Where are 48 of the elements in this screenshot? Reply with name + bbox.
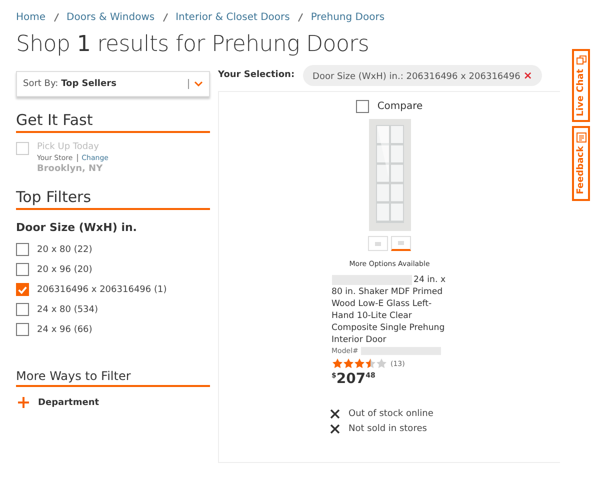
close-icon bbox=[330, 409, 340, 420]
option-label: Pick Up Today bbox=[37, 142, 100, 152]
thumbnail[interactable] bbox=[391, 236, 411, 251]
star-icon bbox=[342, 358, 354, 370]
star-icon bbox=[364, 358, 376, 370]
filter-option[interactable]: 24 x 96 (66) bbox=[37, 324, 92, 334]
availability-text: Not sold in stores bbox=[348, 424, 427, 434]
breadcrumb-separator-icon bbox=[54, 13, 59, 22]
plus-icon bbox=[18, 397, 29, 408]
sort-dropdown[interactable]: Sort By: Top Sellers bbox=[16, 71, 210, 97]
availability-text: Out of stock online bbox=[348, 409, 434, 420]
filter-category[interactable]: Department bbox=[38, 398, 100, 408]
price: $^{$}$207$^{48}$ bbox=[332, 371, 376, 388]
checkbox[interactable] bbox=[16, 243, 29, 256]
checkbox[interactable] bbox=[16, 303, 29, 316]
close-icon bbox=[330, 424, 340, 434]
star-icon bbox=[376, 358, 386, 370]
checkbox[interactable] bbox=[16, 263, 29, 276]
chevron-down-icon bbox=[194, 81, 203, 87]
chat-icon bbox=[576, 55, 586, 66]
filter-option[interactable]: 24 x 80 (534) bbox=[37, 304, 98, 314]
breadcrumb-link[interactable]: Home bbox=[16, 12, 46, 23]
filter-chip[interactable]: Door Size (WxH) in.: 206316496 x 206316496 × bbox=[302, 64, 542, 86]
star-icon bbox=[354, 358, 364, 370]
filter-option[interactable]: 20 x 96 (20) bbox=[37, 264, 92, 274]
section-heading: Top Filters bbox=[16, 188, 210, 210]
page-heading: Shop 1 results for Prehung Doors bbox=[16, 32, 370, 57]
checkbox[interactable] bbox=[16, 283, 29, 296]
breadcrumb-separator-icon bbox=[298, 13, 303, 22]
breadcrumb-separator-icon bbox=[162, 13, 168, 22]
filter-option[interactable]: 20 x 80 (22) bbox=[37, 244, 92, 254]
filter-option[interactable]: 206316496 x 206316496 (1) bbox=[37, 284, 167, 294]
product-title[interactable]: 24 in. x 80 in. Shaker MDF Primed Wood Low-E Glass Left-Hand 10-Lite Clear Composite Single Prehung Interior Door bbox=[332, 274, 448, 346]
breadcrumb-link[interactable]: Doors & Windows bbox=[66, 12, 155, 23]
checkbox[interactable] bbox=[356, 100, 370, 113]
checkbox[interactable] bbox=[16, 323, 29, 336]
section-heading: More Ways to Filter bbox=[16, 369, 210, 387]
breadcrumb-link[interactable]: Interior & Closet Doors bbox=[176, 12, 290, 23]
thumbnail[interactable] bbox=[368, 236, 388, 251]
form-icon bbox=[576, 132, 586, 144]
breadcrumb-link[interactable]: Prehung Doors bbox=[310, 12, 385, 23]
filter-group-title: Door Size (WxH) in. bbox=[16, 221, 138, 234]
remove-icon[interactable]: × bbox=[523, 68, 532, 82]
selection-label: Your Selection: bbox=[218, 70, 295, 80]
compare-label: Compare bbox=[377, 101, 423, 112]
section-heading: Get It Fast bbox=[16, 111, 210, 133]
store-name: Brooklyn, NY bbox=[37, 164, 104, 174]
star-icon bbox=[332, 358, 342, 370]
